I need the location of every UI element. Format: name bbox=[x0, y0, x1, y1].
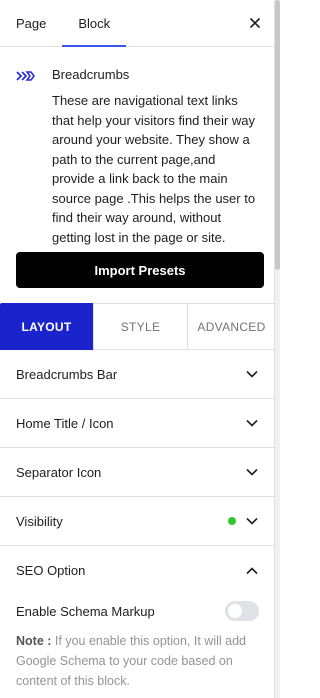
active-indicator-dot bbox=[228, 517, 236, 525]
block-card: Breadcrumbs These are navigational text … bbox=[0, 47, 274, 247]
schema-markup-toggle[interactable] bbox=[225, 601, 259, 621]
tab-layout[interactable]: LAYOUT bbox=[0, 303, 93, 350]
tab-style-label: STYLE bbox=[120, 320, 161, 334]
chevron-down-icon bbox=[246, 417, 258, 429]
settings-tabs: LAYOUT STYLE ADVANCED bbox=[0, 303, 275, 350]
chevron-down-icon bbox=[246, 515, 258, 527]
panel-label: Home Title / Icon bbox=[16, 415, 114, 431]
panel-separator-icon[interactable]: Separator Icon bbox=[0, 448, 275, 497]
panel-label: SEO Option bbox=[16, 563, 86, 578]
scrollbar[interactable] bbox=[275, 0, 280, 698]
note-label: Note : bbox=[16, 634, 52, 648]
schema-toggle-label: Enable Schema Markup bbox=[16, 603, 155, 619]
import-presets-button[interactable]: Import Presets bbox=[16, 252, 264, 288]
toggle-knob bbox=[228, 604, 242, 618]
note-text: If you enable this option, It will add G… bbox=[16, 634, 246, 688]
panel-seo-option[interactable]: SEO Option bbox=[0, 546, 275, 595]
schema-toggle-row: Enable Schema Markup bbox=[16, 599, 259, 623]
chevron-down-icon bbox=[246, 368, 258, 380]
sidebar-header-tabs: Page Block bbox=[0, 0, 274, 47]
tab-page[interactable]: Page bbox=[0, 0, 62, 46]
panel-label: Visibility bbox=[16, 513, 63, 529]
block-title: Breadcrumbs bbox=[52, 67, 130, 82]
scrollbar-thumb[interactable] bbox=[275, 0, 280, 270]
chevron-down-icon bbox=[246, 466, 258, 478]
tab-style[interactable]: STYLE bbox=[93, 303, 187, 350]
breadcrumbs-icon bbox=[16, 71, 35, 81]
tab-layout-label: LAYOUT bbox=[21, 319, 72, 334]
panel-home-title-icon[interactable]: Home Title / Icon bbox=[0, 399, 275, 448]
schema-note: Note : If you enable this option, It wil… bbox=[16, 631, 259, 691]
tab-block-label: Block bbox=[78, 15, 111, 31]
panel-visibility[interactable]: Visibility bbox=[0, 497, 275, 546]
close-icon bbox=[249, 17, 261, 29]
panel-breadcrumbs-bar[interactable]: Breadcrumbs Bar bbox=[0, 350, 275, 399]
chevron-up-icon bbox=[246, 565, 258, 577]
block-description: These are navigational text links that h… bbox=[52, 93, 256, 245]
tab-advanced[interactable]: ADVANCED bbox=[187, 303, 275, 350]
close-button[interactable] bbox=[244, 12, 266, 34]
tab-page-label: Page bbox=[16, 15, 47, 31]
tab-block[interactable]: Block bbox=[62, 0, 126, 47]
import-presets-label: Import Presets bbox=[94, 262, 186, 278]
panel-label: Breadcrumbs Bar bbox=[16, 366, 118, 382]
panel-label: Separator Icon bbox=[16, 464, 102, 480]
settings-accordion: Breadcrumbs Bar Home Title / Icon Separa… bbox=[0, 350, 275, 691]
tab-advanced-label: ADVANCED bbox=[197, 320, 266, 334]
seo-option-body: Enable Schema Markup Note : If you enabl… bbox=[0, 595, 275, 691]
block-settings-panel: Page Block Breadcrumbs These are navigat… bbox=[0, 0, 275, 698]
